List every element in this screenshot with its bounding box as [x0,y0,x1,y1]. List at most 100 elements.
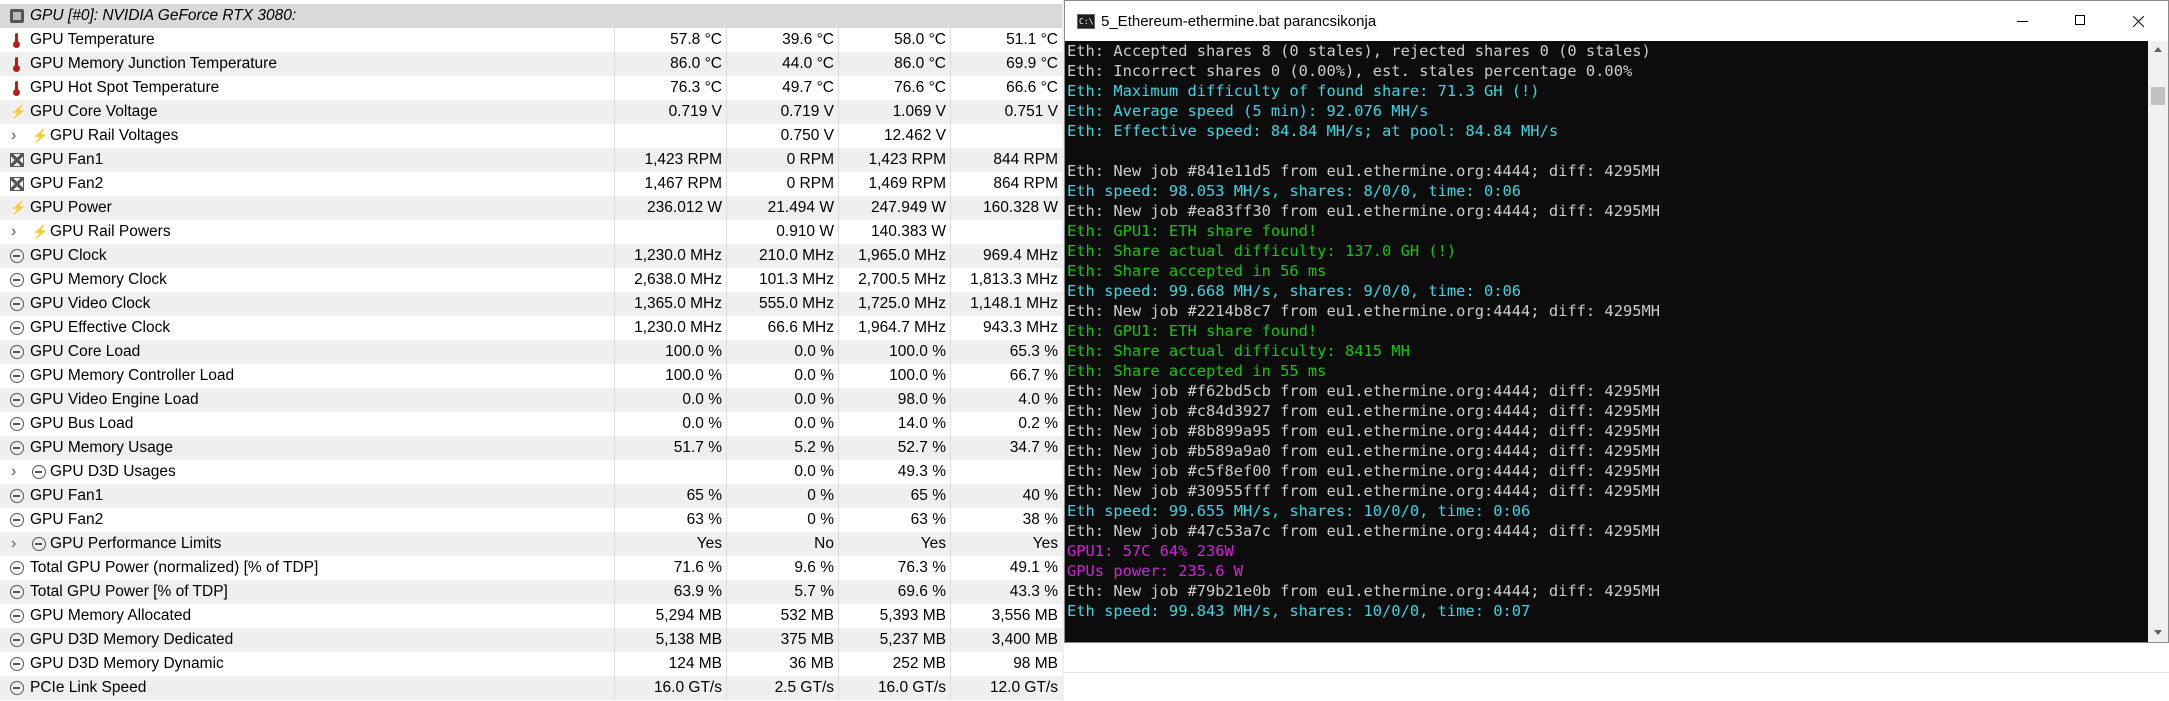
sensor-row[interactable]: GPU Effective Clock 1,230.0 MHz 66.6 MHz 1,… [0,316,1062,340]
sensor-current-value: 0.0 % [682,415,722,432]
sensor-max-value: 100.0 % [889,367,946,384]
scroll-thumb[interactable] [2151,87,2165,105]
column-divider [950,100,951,124]
sensor-avg-value: 844 RPM [993,151,1058,168]
sensor-row[interactable]: GPU Core Load 100.0 % 0.0 % 100.0 % 65.3 % [0,340,1062,364]
clock-icon [10,681,24,695]
column-divider [726,652,727,676]
gpu-chip-icon [10,9,24,23]
expand-chevron-icon[interactable]: › [11,127,16,145]
sensor-min-value: 0.750 V [780,127,834,144]
console-line: Eth: Average speed (5 min): 92.076 MH/s [1067,102,1429,120]
column-divider [614,460,615,484]
sensor-row[interactable]: GPU Fan2 63 % 0 % 63 % 38 % [0,508,1062,532]
clock-icon [10,321,24,335]
sensor-row[interactable]: Total GPU Power [% of TDP] 63.9 % 5.7 % 69.… [0,580,1062,604]
sensor-row[interactable]: GPU Memory Usage 51.7 % 5.2 % 52.7 % 34.7 % [0,436,1062,460]
sensor-row[interactable]: GPU Video Engine Load 0.0 % 0.0 % 98.0 % 4.0… [0,388,1062,412]
sensor-row[interactable]: GPU D3D Memory Dynamic 124 MB 36 MB 252 MB 9… [0,652,1062,676]
column-divider [614,52,615,76]
sensor-max-value: 247.949 W [871,199,946,216]
sensor-row[interactable]: ⚡ GPU Power 236.012 W 21.494 W 247.949 W 160.… [0,196,1062,220]
expand-chevron-icon[interactable]: › [11,463,16,481]
scroll-down-arrow-icon[interactable] [2148,624,2168,642]
sensor-avg-value: 51.1 °C [1006,31,1058,48]
column-divider [838,364,839,388]
sensor-avg-value: 12.0 GT/s [989,679,1058,696]
sensor-name: GPU D3D Memory Dynamic [30,655,224,672]
sensor-row[interactable]: GPU Video Clock 1,365.0 MHz 555.0 MHz 1,725… [0,292,1062,316]
expand-chevron-icon[interactable]: › [11,535,16,553]
sensor-row[interactable]: PCIe Link Speed 16.0 GT/s 2.5 GT/s 16.0 GT/… [0,676,1062,700]
sensor-current-value: 0.719 V [668,103,722,120]
column-divider [838,532,839,556]
column-divider [950,628,951,652]
sensor-min-value: 0.910 W [776,223,834,240]
column-divider [726,556,727,580]
sensor-group-title: GPU [#0]: NVIDIA GeForce RTX 3080: [30,7,297,24]
sensor-row[interactable]: GPU Memory Junction Temperature 86.0 °C 44… [0,52,1062,76]
expand-chevron-icon[interactable]: › [11,223,16,241]
sensor-name: GPU Memory Usage [30,439,173,456]
column-divider [726,292,727,316]
sensor-current-value: 5,294 MB [655,607,722,624]
sensor-avg-value: 0.2 % [1018,415,1058,432]
sensor-max-value: 1.069 V [892,103,946,120]
sensor-row[interactable]: GPU Memory Clock 2,638.0 MHz 101.3 MHz 2,70… [0,268,1062,292]
sensor-row[interactable]: Total GPU Power (normalized) [% of TDP] 7… [0,556,1062,580]
sensor-row[interactable]: GPU Fan1 1,423 RPM 0 RPM 1,423 RPM 844 RPM [0,148,1062,172]
maximize-button[interactable] [2051,1,2109,41]
sensor-avg-value: 66.6 °C [1006,79,1058,96]
sensor-row[interactable]: GPU Fan1 65 % 0 % 65 % 40 % [0,484,1062,508]
sensor-row[interactable]: GPU Temperature 57.8 °C 39.6 °C 58.0 °C 51.1… [0,28,1062,52]
column-divider [950,124,951,148]
sensor-row[interactable]: ⚡ GPU Core Voltage 0.719 V 0.719 V 1.069 V 0.… [0,100,1062,124]
sensor-name: GPU Clock [30,247,107,264]
sensor-avg-value: 66.7 % [1009,367,1058,384]
scroll-up-arrow-icon[interactable] [2148,41,2168,59]
sensor-name: GPU Rail Voltages [50,127,179,144]
sensor-row[interactable]: GPU Memory Controller Load 100.0 % 0.0 % 10… [0,364,1062,388]
sensor-min-value: 0.719 V [780,103,834,120]
minimize-button[interactable] [1993,1,2051,41]
sensor-name: Total GPU Power (normalized) [% of TDP] [30,559,319,576]
sensor-current-value: 5,138 MB [655,631,722,648]
sensor-row[interactable]: › ⚡ GPU Rail Powers 0.910 W 140.383 W [0,220,1062,244]
column-divider [950,364,951,388]
sensor-row[interactable]: GPU Bus Load 0.0 % 0.0 % 14.0 % 0.2 % [0,412,1062,436]
sensor-row[interactable]: › GPU Performance Limits Yes No Yes Yes [0,532,1062,556]
sensor-max-value: 1,423 RPM [868,151,946,168]
column-divider [614,244,615,268]
column-divider [838,604,839,628]
column-divider [614,580,615,604]
console-window[interactable]: C:\ 5_Ethereum-ethermine.bat parancsikon… [1064,0,2169,643]
column-divider [726,244,727,268]
sensor-row[interactable]: GPU Hot Spot Temperature 76.3 °C 49.7 °C 76… [0,76,1062,100]
window-title: 5_Ethereum-ethermine.bat parancsikonja [1101,13,1377,30]
lightning-icon: ⚡ [32,224,49,239]
column-divider [838,508,839,532]
window-titlebar[interactable]: C:\ 5_Ethereum-ethermine.bat parancsikon… [1065,1,2168,41]
close-button[interactable] [2109,1,2167,41]
sensor-row[interactable]: › GPU D3D Usages 0.0 % 49.3 % [0,460,1062,484]
sensor-row[interactable]: GPU Memory Allocated 5,294 MB 532 MB 5,393 … [0,604,1062,628]
column-divider [614,220,615,244]
console-output[interactable]: Eth: Accepted shares 8 (0 stales), rejec… [1065,41,2147,642]
sensor-avg-value: 1,813.3 MHz [970,271,1058,288]
sensor-row[interactable]: GPU Clock 1,230.0 MHz 210.0 MHz 1,965.0 MHz… [0,244,1062,268]
column-divider [838,292,839,316]
column-divider [950,76,951,100]
sensor-group-header[interactable]: GPU [#0]: NVIDIA GeForce RTX 3080: [0,4,1062,28]
sensor-current-value: 2,638.0 MHz [634,271,722,288]
sensor-current-value: 57.8 °C [670,31,722,48]
column-divider [950,412,951,436]
sensor-row[interactable]: GPU Fan2 1,467 RPM 0 RPM 1,469 RPM 864 RPM [0,172,1062,196]
sensor-avg-value: 49.1 % [1009,559,1058,576]
column-divider [950,220,951,244]
column-divider [726,28,727,52]
console-line: Eth: New job #841e11d5 from eu1.ethermin… [1067,162,1661,180]
sensor-row[interactable]: › ⚡ GPU Rail Voltages 0.750 V 12.462 V [0,124,1062,148]
console-scrollbar[interactable] [2148,41,2168,642]
sensor-row[interactable]: GPU D3D Memory Dedicated 5,138 MB 375 MB 5,… [0,628,1062,652]
clock-icon [10,561,24,575]
